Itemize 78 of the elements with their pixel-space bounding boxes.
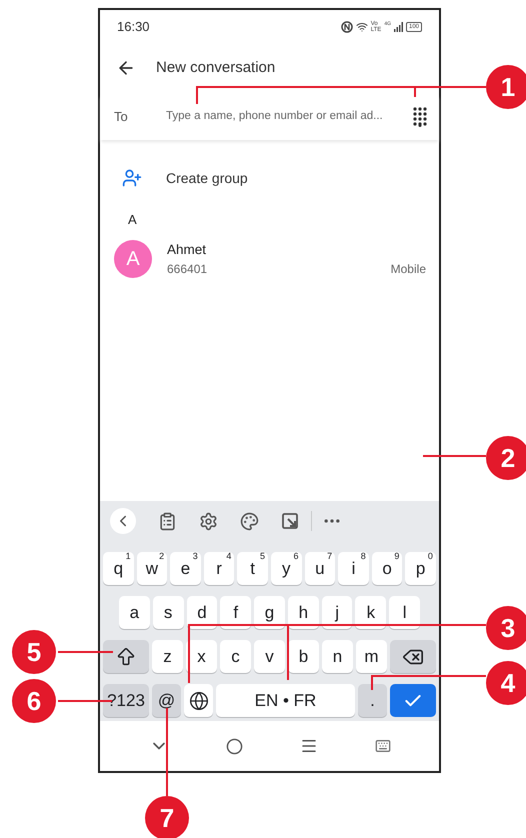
shift-icon [115,646,137,668]
letter-key[interactable]: f [220,596,252,629]
leader-line [423,455,486,457]
language-key[interactable] [184,684,213,717]
add-group-icon [122,168,142,188]
number-hint: 0 [428,552,433,561]
letter-key[interactable]: r 4 [204,552,234,585]
letter-key[interactable]: p 0 [405,552,436,585]
clipboard-icon[interactable] [158,512,177,530]
resize-icon[interactable] [281,512,299,530]
section-letter: A [128,211,137,229]
letter-key[interactable]: y 6 [270,552,302,585]
letter-key[interactable]: c [220,640,251,673]
callout-number: 3 [486,606,526,650]
keyboard-icon[interactable] [374,738,390,754]
letter-key[interactable]: h [288,596,319,629]
signal-icon [394,22,403,32]
number-hint: 5 [260,552,265,561]
number-hint: 7 [327,552,332,561]
letter-key[interactable]: m [356,640,387,673]
status-time: 16:30 [117,18,150,36]
callout-number: 4 [486,661,526,705]
number-hint: 8 [360,552,366,561]
create-group-label[interactable]: Create group [166,168,248,188]
number-hint: 6 [294,552,299,561]
recent-apps-icon[interactable] [300,737,318,755]
letter-key[interactable]: g [254,596,285,629]
letter-key[interactable]: n [322,640,353,673]
number-hint: 1 [126,552,131,561]
callout-number: 2 [486,436,526,480]
settings-icon[interactable] [199,512,218,530]
symbol-key[interactable]: @ [152,684,181,717]
number-hint: 3 [192,552,198,561]
letter-key[interactable]: s [152,596,184,629]
enter-key[interactable] [390,684,436,717]
callout-number: 5 [12,630,56,674]
symbol-key[interactable]: . [358,684,387,717]
letter-key[interactable]: a [119,596,150,629]
letter-key[interactable]: w 2 [136,552,168,585]
letter-key[interactable]: t 5 [237,552,268,585]
collapse-toolbar-button[interactable] [110,508,136,534]
number-hint: 9 [394,552,400,561]
letter-key[interactable]: k [355,596,386,629]
backspace-key[interactable] [390,640,436,673]
number-type: Mobile [390,260,426,278]
letter-key[interactable]: b [288,640,319,673]
home-icon[interactable] [226,738,242,754]
palette-icon[interactable] [240,512,259,530]
letter-key[interactable]: l [389,596,420,629]
letter-key[interactable]: e 3 [170,552,201,585]
letter-key[interactable]: o 9 [372,552,402,585]
contact-name[interactable]: Ahmet [167,240,206,260]
letter-key[interactable]: z [152,640,183,673]
number-hint: 2 [159,552,164,561]
contact-number: 666401 [167,260,208,278]
dialpad-icon[interactable] [413,107,427,127]
letter-key[interactable]: q 1 [103,552,134,585]
to-label: To [114,108,129,126]
nfc-icon [340,21,353,33]
contact-avatar: A [114,240,152,278]
leader-line [58,700,112,702]
callout-number: 7 [145,796,189,838]
letter-key[interactable]: x [186,640,217,673]
letter-key[interactable]: j [322,596,352,629]
letter-key[interactable]: u 7 [304,552,336,585]
globe-icon [188,690,208,710]
number-hint: 4 [226,552,232,561]
space-key[interactable]: EN • FR [216,684,355,717]
screen-title: New conversation [156,58,276,78]
letter-key[interactable]: i 8 [338,552,369,585]
callout-number: 1 [486,65,526,109]
letter-key[interactable]: v [254,640,285,673]
letter-key[interactable]: d [186,596,218,629]
symbols-key[interactable]: ?123 [103,684,149,717]
shift-key[interactable] [103,640,149,673]
callout-number: 6 [12,679,56,723]
leader-line [58,651,113,653]
recipient-field[interactable]: Type a name, phone number or email ad... [166,108,409,126]
